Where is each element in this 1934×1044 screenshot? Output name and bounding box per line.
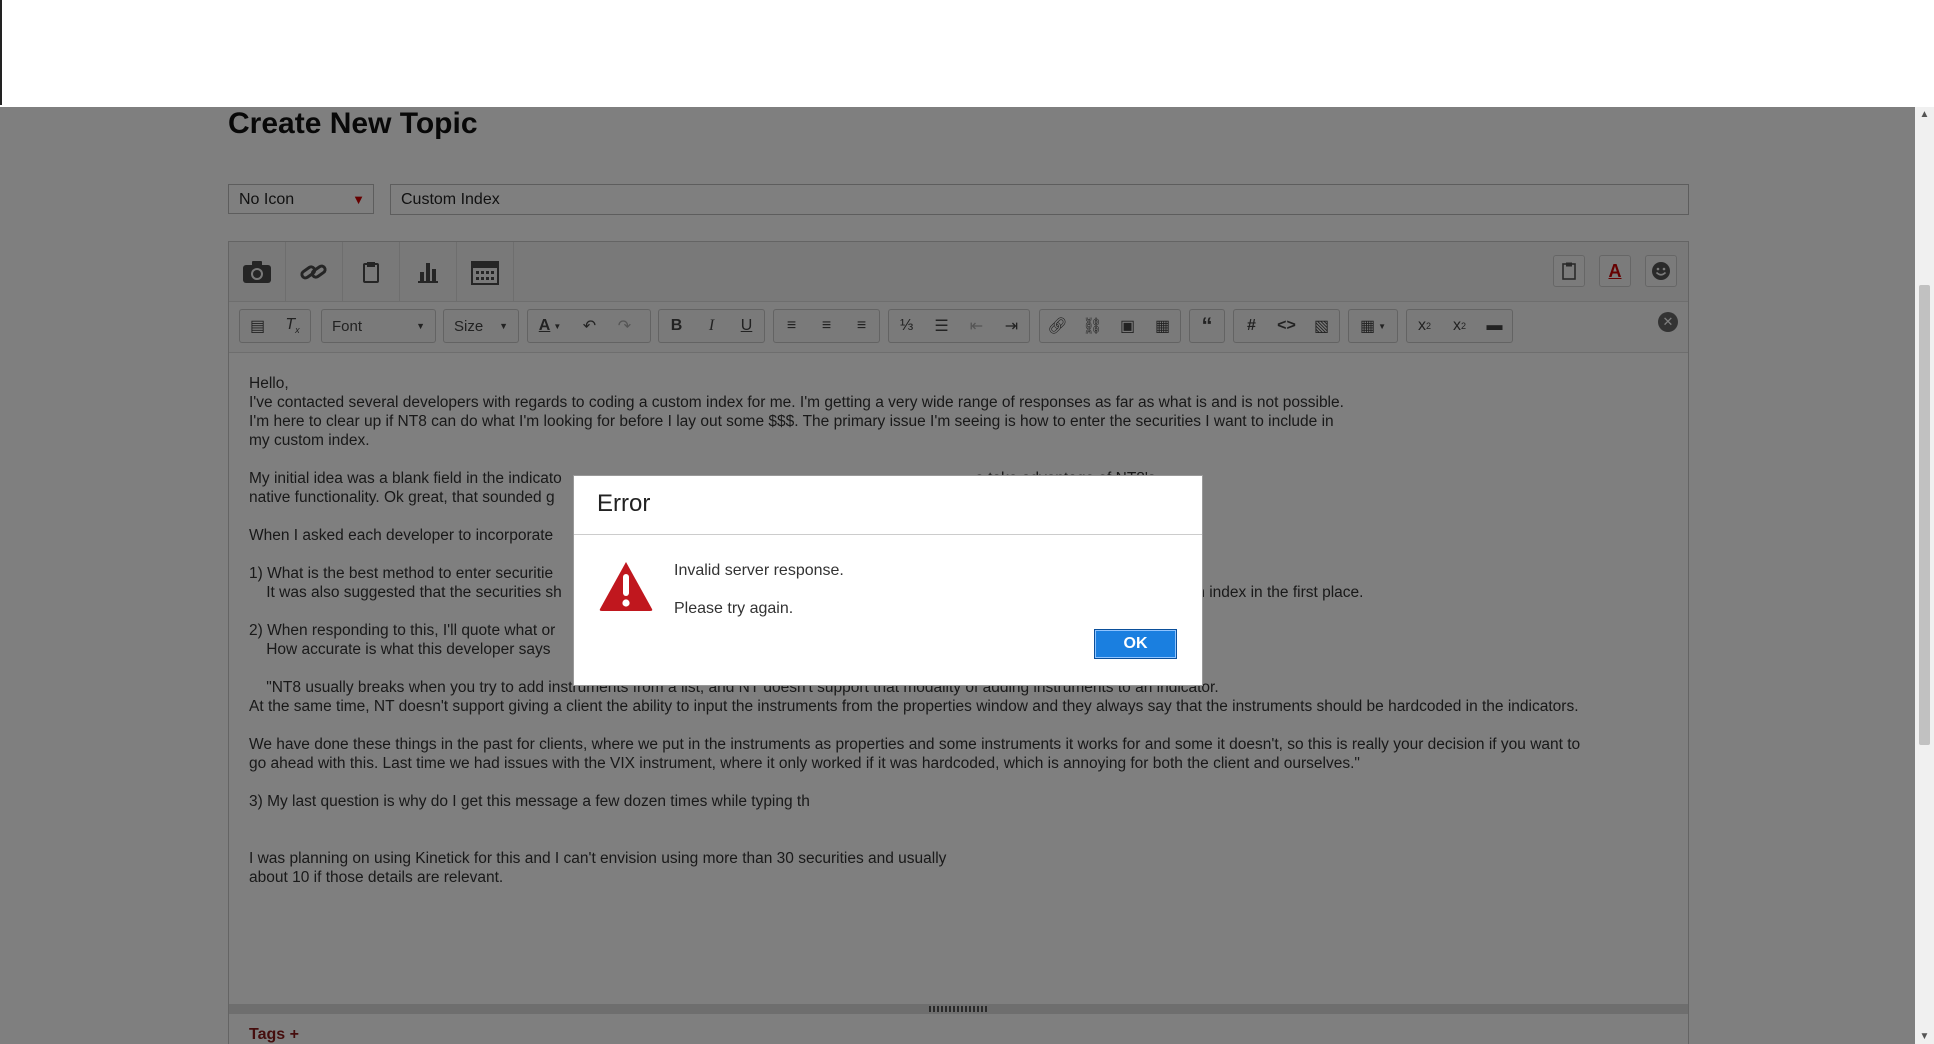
- scrollbar-thumb[interactable]: [1919, 285, 1930, 745]
- window-edge: [0, 0, 2, 105]
- error-message: Invalid server response.: [674, 562, 844, 579]
- scroll-up-icon[interactable]: ▲: [1915, 109, 1934, 120]
- page-scrollbar[interactable]: ▲ ▼: [1915, 107, 1934, 1044]
- dialog-divider: [574, 534, 1202, 535]
- error-dialog: Error Invalid server response. Please tr…: [573, 475, 1203, 686]
- dialog-title: Error: [597, 490, 651, 517]
- error-submessage: Please try again.: [674, 600, 794, 617]
- browser-top-area: [0, 0, 1934, 107]
- warning-icon: [599, 562, 653, 611]
- scroll-down-icon[interactable]: ▼: [1915, 1031, 1934, 1042]
- ok-button[interactable]: OK: [1094, 629, 1177, 659]
